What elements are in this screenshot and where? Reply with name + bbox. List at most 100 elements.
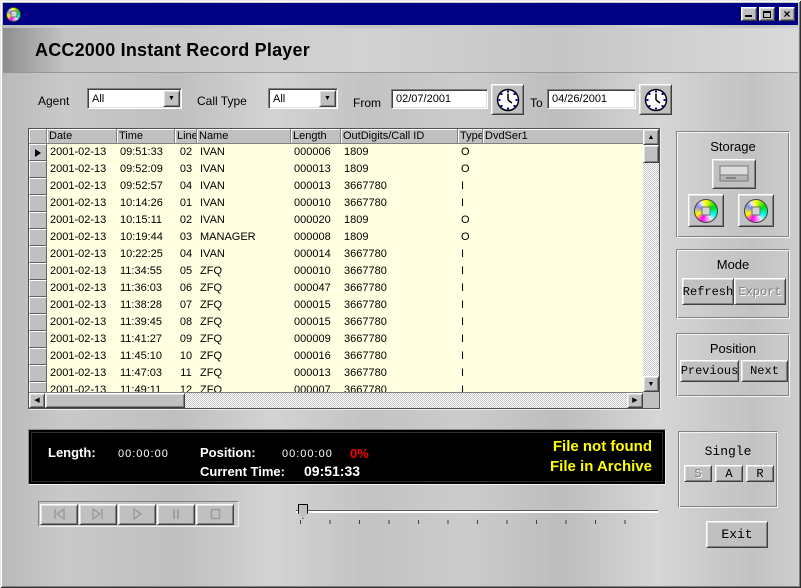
slider-thumb[interactable] (298, 504, 308, 519)
vertical-scrollbar[interactable]: ▲ ▼ (643, 129, 659, 392)
slider-ticks (300, 520, 654, 524)
table-row[interactable]: 2001-02-13 10:15:11 02 IVAN 000020 1809 … (29, 212, 643, 229)
previous-button[interactable]: Previous (680, 360, 739, 382)
cell-type: O (458, 229, 483, 246)
scroll-left-button[interactable]: ◀ (29, 393, 45, 408)
table-row[interactable]: 2001-02-13 11:39:45 08 ZFQ 000015 366778… (29, 314, 643, 331)
agent-dropdown-value: All (88, 93, 163, 105)
a-button[interactable]: A (715, 465, 743, 482)
table-row[interactable]: 2001-02-13 11:34:55 05 ZFQ 000010 366778… (29, 263, 643, 280)
agent-dropdown-arrow-button[interactable]: ▼ (163, 90, 180, 107)
cell-dvdser1 (483, 178, 643, 195)
from-date-input[interactable]: 02/07/2001 (391, 89, 488, 109)
refresh-button[interactable]: Refresh (682, 278, 734, 305)
cell-line: 08 (175, 314, 197, 331)
table-row[interactable]: 2001-02-13 10:14:26 01 IVAN 000010 36677… (29, 195, 643, 212)
call-type-dropdown-arrow-button[interactable]: ▼ (319, 90, 336, 107)
from-date-picker-button[interactable] (491, 84, 524, 115)
scroll-up-button[interactable]: ▲ (643, 129, 659, 145)
cell-dvdser1 (483, 365, 643, 382)
cell-name: ZFQ (197, 314, 291, 331)
row-selector-cell (29, 382, 47, 392)
cell-type: I (458, 331, 483, 348)
call-type-dropdown[interactable]: All ▼ (268, 88, 338, 109)
cell-line: 11 (175, 365, 197, 382)
cell-name: ZFQ (197, 263, 291, 280)
cell-date: 2001-02-13 (47, 280, 117, 297)
table-row[interactable]: 2001-02-13 11:47:03 11 ZFQ 000013 366778… (29, 365, 643, 382)
single-panel: Single S A R (678, 431, 778, 508)
table-row[interactable]: 2001-02-13 11:45:10 10 ZFQ 000016 366778… (29, 348, 643, 365)
next-button[interactable]: Next (741, 360, 788, 382)
table-row[interactable]: 2001-02-13 11:36:03 06 ZFQ 000047 366778… (29, 280, 643, 297)
agent-dropdown[interactable]: All ▼ (87, 88, 182, 109)
to-date-picker-button[interactable] (639, 84, 672, 115)
table-row[interactable]: 2001-02-13 11:38:28 07 ZFQ 000015 366778… (29, 297, 643, 314)
cell-line: 02 (175, 144, 197, 161)
column-header-date: Date (47, 129, 117, 144)
s-button[interactable]: S (684, 465, 712, 482)
mode-label: Mode (677, 257, 789, 272)
agent-label: Agent (38, 94, 69, 108)
scroll-down-button[interactable]: ▼ (643, 376, 659, 392)
hscroll-thumb[interactable] (45, 393, 185, 408)
titlebar: × (3, 3, 798, 25)
table-header-row: Date Time Line Name Length OutDigits/Cal… (29, 129, 643, 144)
stop-button[interactable] (196, 504, 234, 525)
slider-track[interactable] (296, 510, 658, 513)
table-row[interactable]: 2001-02-13 11:49:11 12 ZFQ 000007 366778… (29, 382, 643, 392)
row-selector-cell (29, 161, 47, 178)
cell-date: 2001-02-13 (47, 263, 117, 280)
cell-dvdser1 (483, 161, 643, 178)
cell-date: 2001-02-13 (47, 144, 117, 161)
table-row[interactable]: 2001-02-13 11:41:27 09 ZFQ 000009 366778… (29, 331, 643, 348)
position-slider[interactable] (296, 502, 658, 526)
pause-button[interactable] (157, 504, 195, 525)
cell-dvdser1 (483, 195, 643, 212)
cell-name: IVAN (197, 161, 291, 178)
cell-outdigits: 1809 (341, 212, 458, 229)
row-selector-cell (29, 195, 47, 212)
cell-type: O (458, 161, 483, 178)
vscroll-thumb[interactable] (643, 145, 659, 163)
cell-date: 2001-02-13 (47, 229, 117, 246)
position-value-label: Position: (200, 445, 256, 460)
cd-storage-button-1[interactable] (688, 194, 724, 227)
export-button[interactable]: Export (734, 278, 786, 305)
exit-button[interactable]: Exit (706, 521, 768, 548)
close-button[interactable]: × (779, 7, 795, 21)
cell-length: 000013 (291, 161, 341, 178)
status-message-1: File not found (553, 438, 652, 455)
table-row[interactable]: 2001-02-13 09:52:09 03 IVAN 000013 1809 … (29, 161, 643, 178)
table-row[interactable]: 2001-02-13 10:19:44 03 MANAGER 000008 18… (29, 229, 643, 246)
drive-button[interactable] (712, 159, 756, 189)
cell-line: 04 (175, 246, 197, 263)
cell-outdigits: 3667780 (341, 348, 458, 365)
table-row[interactable]: 2001-02-13 10:22:25 04 IVAN 000014 36677… (29, 246, 643, 263)
cell-time: 10:19:44 (117, 229, 175, 246)
cell-dvdser1 (483, 229, 643, 246)
cell-outdigits: 3667780 (341, 195, 458, 212)
cell-length: 000016 (291, 348, 341, 365)
table-row[interactable]: 2001-02-13 09:51:33 02 IVAN 000006 1809 … (29, 144, 643, 161)
skip-end-button[interactable] (79, 504, 117, 525)
current-time-label: Current Time: (200, 464, 285, 479)
table-row[interactable]: 2001-02-13 09:52:57 04 IVAN 000013 36677… (29, 178, 643, 195)
skip-start-button[interactable] (40, 504, 78, 525)
to-date-input[interactable]: 04/26/2001 (547, 89, 636, 109)
maximize-icon (763, 11, 771, 18)
chevron-down-icon: ▼ (168, 95, 175, 102)
minimize-button[interactable] (741, 7, 757, 21)
cell-line: 07 (175, 297, 197, 314)
transport-controls (38, 501, 239, 527)
r-button[interactable]: R (746, 465, 774, 482)
maximize-button[interactable] (759, 7, 775, 21)
horizontal-scrollbar[interactable]: ◀ ▶ (29, 392, 643, 408)
scroll-right-button[interactable]: ▶ (627, 393, 643, 408)
play-button[interactable] (118, 504, 156, 525)
cell-outdigits: 3667780 (341, 331, 458, 348)
cell-date: 2001-02-13 (47, 348, 117, 365)
cell-line: 06 (175, 280, 197, 297)
cell-dvdser1 (483, 212, 643, 229)
cd-storage-button-2[interactable] (738, 194, 774, 227)
